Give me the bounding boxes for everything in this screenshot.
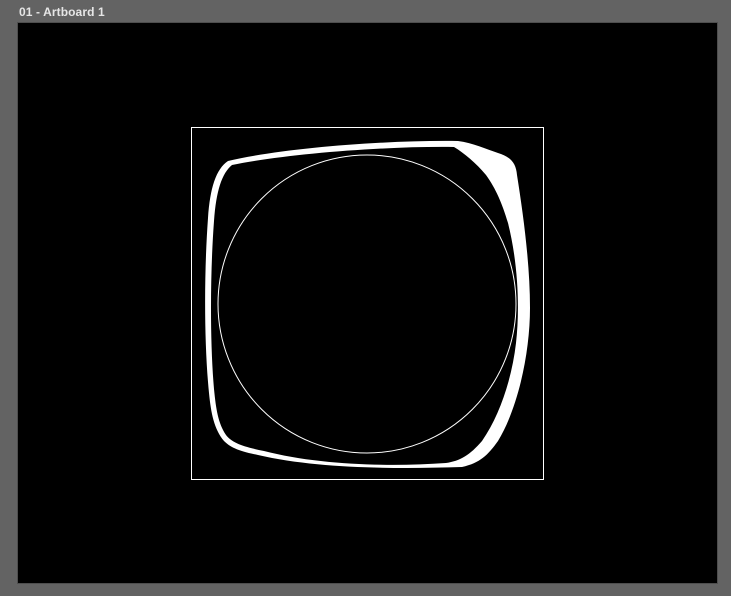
- artboard-label[interactable]: 01 - Artboard 1: [19, 5, 105, 20]
- artboard[interactable]: [18, 23, 717, 583]
- inner-circle[interactable]: [217, 154, 517, 454]
- artwork-svg: [191, 127, 544, 480]
- canvas-workspace[interactable]: 01 - Artboard 1: [0, 0, 731, 596]
- distorted-rounded-square[interactable]: [205, 140, 530, 468]
